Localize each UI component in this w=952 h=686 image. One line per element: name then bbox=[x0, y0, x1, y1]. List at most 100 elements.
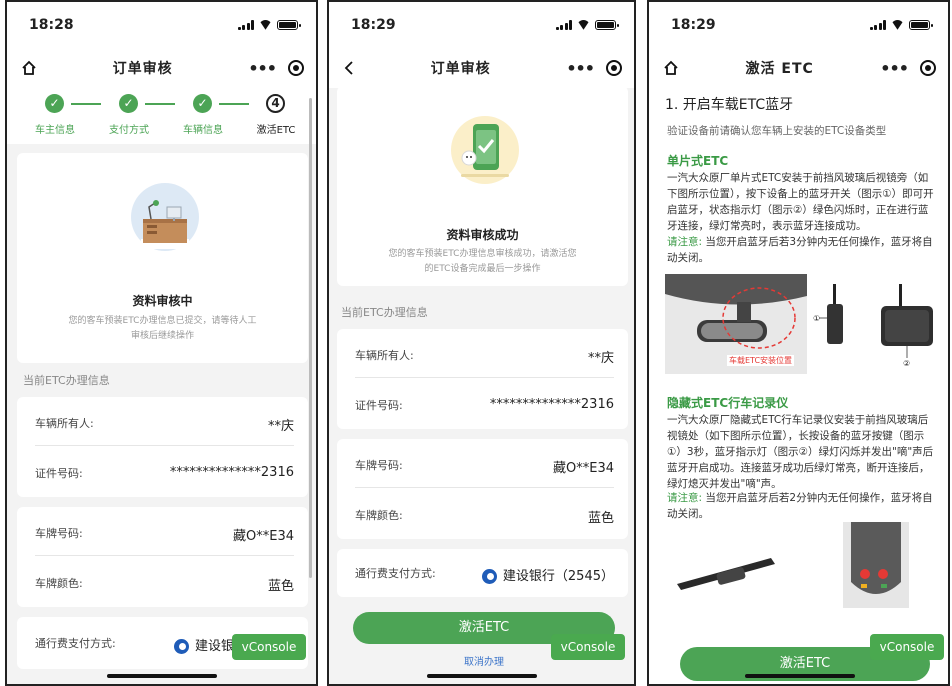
row-value: 建设银行（2545） bbox=[481, 565, 614, 584]
home-indicator bbox=[107, 674, 217, 678]
owner-row: 车辆所有人: **庆 bbox=[337, 347, 628, 366]
row-value: 建设银 bbox=[173, 635, 234, 654]
intro-text: 验证设备前请确认您车辆上安装的ETC设备类型 bbox=[667, 125, 887, 137]
more-icon[interactable]: ••• bbox=[880, 59, 909, 78]
divider bbox=[35, 555, 294, 556]
home-icon[interactable] bbox=[663, 60, 679, 76]
vconsole-button[interactable]: vConsole bbox=[870, 634, 944, 660]
nav-bar: 激活 ETC ••• bbox=[649, 48, 948, 88]
owner-row: 车辆所有人: **庆 bbox=[17, 415, 308, 434]
note-text: 当您开启蓝牙后若3分钟内无任何操作，蓝牙将自动关闭。 bbox=[667, 236, 933, 264]
single-etc-title: 单片式ETC bbox=[667, 154, 729, 168]
page-title: 订单审核 bbox=[430, 61, 491, 77]
wifi-icon bbox=[891, 20, 904, 30]
single-etc-device-illustration bbox=[819, 284, 933, 358]
row-value: **************2316 bbox=[489, 397, 614, 412]
bank-name: 建设银 bbox=[194, 639, 234, 654]
status-title: 资料审核成功 bbox=[446, 228, 519, 242]
signal-icon bbox=[869, 20, 886, 30]
phone-screen-approved: 18:29 订单审核 ••• 资料审核成功 您的客车预装ETC办理信息审核成功，… bbox=[327, 0, 636, 686]
status-title: 资料审核中 bbox=[132, 294, 193, 308]
back-icon[interactable] bbox=[343, 60, 355, 76]
divider bbox=[355, 377, 614, 378]
row-label: 证件号码: bbox=[35, 467, 83, 480]
cancel-link[interactable]: 取消办理 bbox=[439, 653, 529, 668]
status-bar: 18:29 bbox=[329, 2, 634, 48]
status-description-line2: 的ETC设备完成最后一步操作 bbox=[424, 264, 541, 274]
row-value: **************2316 bbox=[169, 465, 294, 480]
row-value: 蓝色 bbox=[267, 579, 294, 594]
marker-2-label: ② bbox=[903, 359, 911, 368]
plate-color-row: 车牌颜色: 蓝色 bbox=[337, 507, 628, 526]
row-value: 藏O**E34 bbox=[233, 529, 294, 544]
step-label-owner: 车主信息 bbox=[35, 125, 75, 136]
battery-icon bbox=[277, 20, 301, 30]
section-title: 当前ETC办理信息 bbox=[23, 374, 110, 387]
status-time: 18:28 bbox=[29, 17, 74, 33]
status-bar: 18:29 bbox=[649, 2, 948, 48]
home-indicator bbox=[745, 674, 855, 678]
step-3-check-icon: ✓ bbox=[193, 94, 212, 113]
plate-number-row: 车牌号码: 藏O**E34 bbox=[337, 457, 628, 476]
payment-card: 通行费支付方式: 建设银行（2545） bbox=[337, 549, 628, 597]
vehicle-info-card: 车牌号码: 藏O**E34 车牌颜色: 蓝色 bbox=[337, 439, 628, 539]
owner-info-card: 车辆所有人: **庆 证件号码: **************2316 bbox=[337, 329, 628, 429]
status-time: 18:29 bbox=[351, 17, 396, 33]
step-label-activate: 激活ETC bbox=[256, 125, 296, 136]
office-desk-illustration bbox=[131, 183, 199, 251]
status-description-line1: 您的客车预装ETC办理信息已提交，请等待人工 bbox=[68, 316, 257, 326]
divider bbox=[355, 487, 614, 488]
row-value: 蓝色 bbox=[587, 511, 614, 526]
row-label: 车牌颜色: bbox=[35, 577, 83, 590]
ccb-bank-icon bbox=[481, 569, 497, 584]
row-label: 车牌颜色: bbox=[355, 509, 403, 522]
progress-steps: ✓ ✓ ✓ 4 车主信息 支付方式 车辆信息 激活ETC bbox=[7, 88, 316, 144]
nav-bar: 订单审核 ••• bbox=[7, 48, 316, 88]
page-title: 激活 ETC bbox=[745, 61, 814, 77]
close-miniapp-icon[interactable] bbox=[606, 60, 622, 76]
row-label: 证件号码: bbox=[355, 399, 403, 412]
bank-name: 建设银行（2545） bbox=[502, 569, 614, 584]
dashcam-front-illustration bbox=[843, 522, 909, 608]
hidden-etc-note: 请注意: 当您开启蓝牙后若2分钟内无任何操作，蓝牙将自动关闭。 bbox=[667, 490, 938, 522]
home-icon[interactable] bbox=[21, 60, 37, 76]
step-2-check-icon: ✓ bbox=[119, 94, 138, 113]
battery-icon bbox=[909, 20, 933, 30]
row-label: 车辆所有人: bbox=[355, 349, 414, 362]
step-label-payment: 支付方式 bbox=[109, 125, 149, 136]
owner-info-card: 车辆所有人: **庆 证件号码: **************2316 bbox=[17, 397, 308, 497]
image-caption: 车载ETC安装位置 bbox=[727, 355, 795, 366]
row-value: 藏O**E34 bbox=[553, 461, 614, 476]
windshield-photo: 车载ETC安装位置 bbox=[665, 274, 807, 374]
row-label: 通行费支付方式: bbox=[35, 637, 116, 650]
id-number-row: 证件号码: **************2316 bbox=[17, 465, 308, 481]
vconsole-button[interactable]: vConsole bbox=[551, 634, 625, 660]
row-value: **庆 bbox=[267, 419, 294, 434]
step-1-check-icon: ✓ bbox=[45, 94, 64, 113]
section-title: 当前ETC办理信息 bbox=[341, 306, 428, 319]
phone-screen-reviewing: 18:28 订单审核 ••• ✓ ✓ ✓ 4 车主信息 支付方式 车辆信息 激活… bbox=[5, 0, 318, 686]
status-bar: 18:28 bbox=[7, 2, 316, 48]
row-label: 车辆所有人: bbox=[35, 417, 94, 430]
close-miniapp-icon[interactable] bbox=[919, 60, 936, 76]
review-status-card: 资料审核中 您的客车预装ETC办理信息已提交，请等待人工 审核后继续操作 bbox=[17, 153, 308, 363]
plate-color-row: 车牌颜色: 蓝色 bbox=[17, 575, 308, 594]
row-value: **庆 bbox=[587, 351, 614, 366]
vconsole-button[interactable]: vConsole bbox=[232, 634, 306, 660]
step-connector bbox=[145, 103, 175, 105]
close-miniapp-icon[interactable] bbox=[288, 60, 304, 76]
scrollbar[interactable] bbox=[309, 98, 312, 578]
more-icon[interactable]: ••• bbox=[248, 59, 277, 78]
signal-icon bbox=[237, 20, 254, 30]
vehicle-info-card: 车牌号码: 藏O**E34 车牌颜色: 蓝色 bbox=[17, 507, 308, 607]
screenshot-collage: 18:28 订单审核 ••• ✓ ✓ ✓ 4 车主信息 支付方式 车辆信息 激活… bbox=[0, 0, 952, 686]
hidden-etc-title: 隐藏式ETC行车记录仪 bbox=[667, 396, 789, 410]
more-icon[interactable]: ••• bbox=[566, 59, 595, 78]
note-text: 当您开启蓝牙后若2分钟内无任何操作，蓝牙将自动关闭。 bbox=[667, 492, 933, 520]
battery-icon bbox=[595, 20, 619, 30]
home-indicator bbox=[427, 674, 537, 678]
status-description-line2: 审核后继续操作 bbox=[130, 331, 194, 341]
phone-screen-activate: 18:29 激活 ETC ••• 1. 开启车载ETC蓝牙 验证设备前请确认您车… bbox=[647, 0, 950, 686]
dashcam-side-illustration bbox=[677, 558, 775, 590]
note-label: 请注意: bbox=[667, 236, 703, 248]
